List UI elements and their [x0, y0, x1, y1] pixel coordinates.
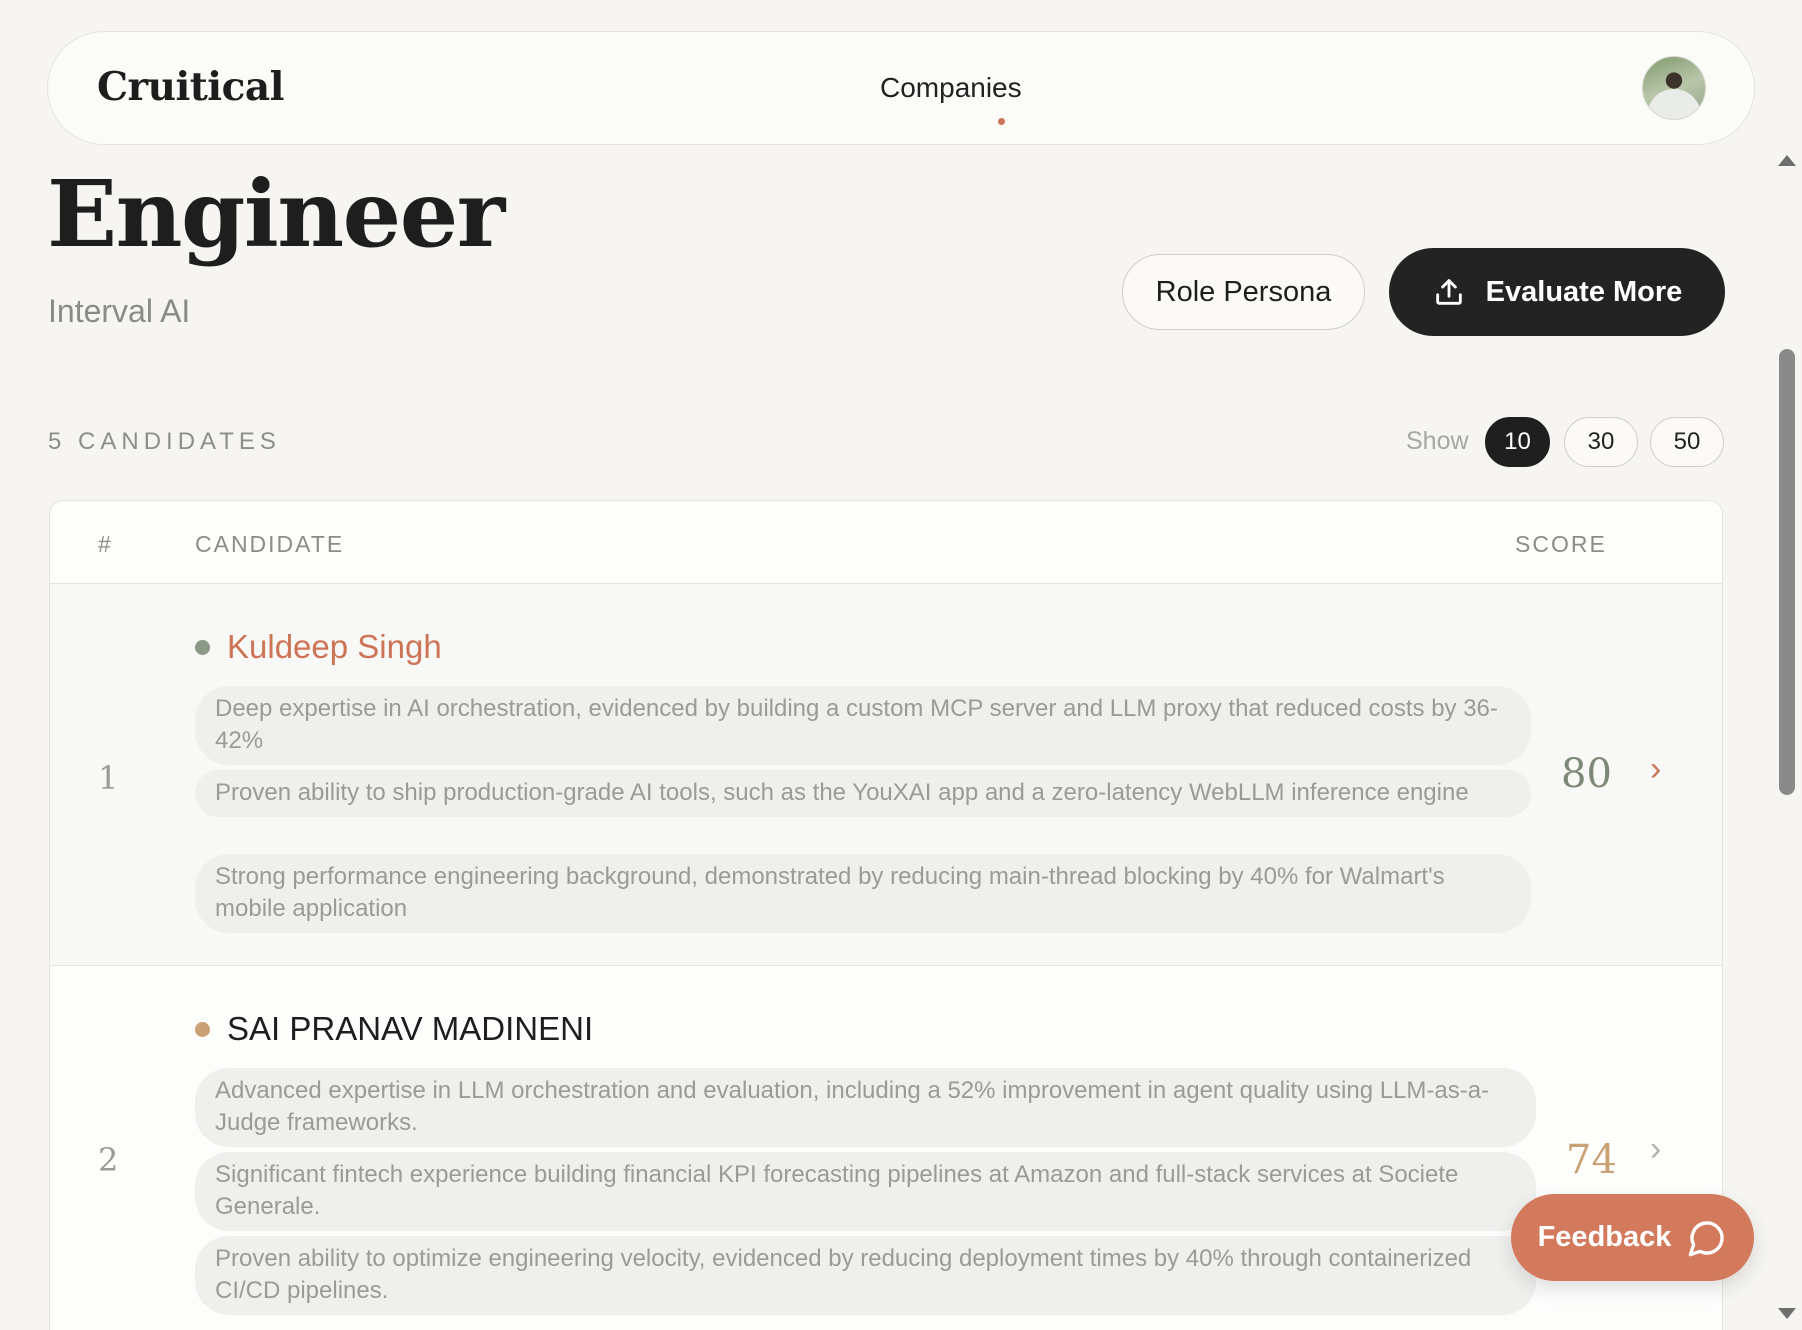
user-avatar[interactable] [1642, 56, 1706, 120]
page-size-30-button[interactable]: 30 [1564, 417, 1638, 467]
candidate-count: 5 CANDIDATES [48, 428, 281, 455]
status-dot [195, 1022, 210, 1037]
candidate-highlight: Significant fintech experience building … [195, 1152, 1536, 1231]
status-dot [195, 640, 210, 655]
scroll-down-arrow[interactable] [1778, 1308, 1796, 1319]
chat-bubble-icon [1689, 1220, 1725, 1256]
active-nav-indicator [998, 118, 1005, 125]
candidates-table: # CANDIDATE SCORE 1 Kuldeep Singh Deep e… [49, 500, 1723, 1330]
candidate-rank: 2 [98, 1141, 119, 1179]
page-size-10-button[interactable]: 10 [1485, 417, 1550, 467]
rank-column-header: # [98, 531, 113, 557]
role-persona-label: Role Persona [1155, 275, 1332, 308]
chevron-right-icon[interactable]: › [1650, 1130, 1661, 1169]
candidate-score: 74 [1566, 1137, 1617, 1183]
candidate-rank: 1 [98, 759, 119, 797]
candidate-highlight: Proven ability to optimize engineering v… [195, 1236, 1536, 1315]
role-persona-button[interactable]: Role Persona [1122, 254, 1365, 330]
candidate-highlight: Advanced expertise in LLM orchestration … [195, 1068, 1536, 1147]
candidate-column-header: CANDIDATE [195, 531, 345, 557]
table-row[interactable]: 1 Kuldeep Singh Deep expertise in AI orc… [50, 584, 1722, 966]
score-column-header: SCORE [1515, 531, 1607, 557]
table-row[interactable]: 2 SAI PRANAV MADINENI Advanced expertise… [50, 966, 1722, 1330]
brand-logo[interactable]: Cruitical [97, 64, 284, 110]
candidate-name[interactable]: Kuldeep Singh [227, 628, 442, 666]
nav-link-companies[interactable]: Companies [880, 72, 1022, 104]
evaluate-more-button[interactable]: Evaluate More [1389, 248, 1725, 336]
top-nav: Cruitical Companies [47, 31, 1755, 145]
candidate-highlight: Deep expertise in AI orchestration, evid… [195, 686, 1531, 765]
chevron-right-icon[interactable]: › [1650, 750, 1661, 789]
candidate-score: 80 [1561, 751, 1612, 797]
scrollbar-thumb[interactable] [1779, 349, 1795, 795]
table-header: # CANDIDATE SCORE [50, 501, 1722, 584]
evaluate-more-label: Evaluate More [1485, 275, 1683, 308]
feedback-button[interactable]: Feedback [1511, 1194, 1754, 1281]
scroll-up-arrow[interactable] [1778, 155, 1796, 166]
feedback-label: Feedback [1537, 1221, 1672, 1253]
company-name: Interval AI [48, 293, 191, 329]
candidate-name[interactable]: SAI PRANAV MADINENI [227, 1010, 593, 1048]
show-label: Show [1406, 427, 1469, 455]
page-size-50-button[interactable]: 50 [1650, 417, 1724, 467]
candidate-highlight: Strong performance engineering backgroun… [195, 854, 1531, 933]
page-title: Engineer [47, 160, 505, 268]
candidate-highlight: Proven ability to ship production-grade … [195, 770, 1531, 817]
upload-icon [1435, 279, 1462, 305]
